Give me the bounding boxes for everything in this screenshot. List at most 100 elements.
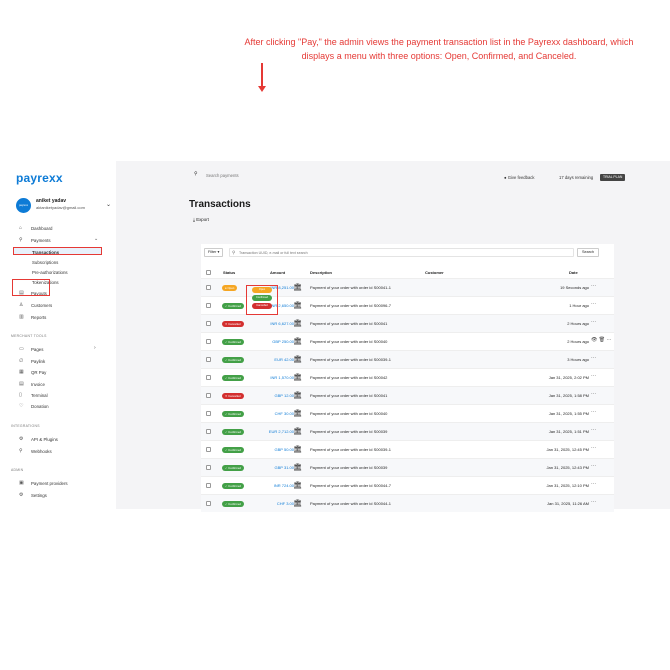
row-checkbox[interactable]: [206, 375, 211, 380]
table-row[interactable]: ✓ Confirmed GBP 50.00 🏛 Payment of your ord…: [201, 440, 614, 458]
amount-link[interactable]: INR 6,627.00: [270, 321, 294, 326]
row-actions-menu[interactable]: ···: [591, 409, 596, 415]
row-actions-menu[interactable]: ···: [591, 445, 596, 451]
sidebar-item-pages[interactable]: ▭ Pages ›: [0, 345, 116, 353]
status-badge[interactable]: ✓ Confirmed: [222, 446, 245, 453]
amount-link[interactable]: INR 1,570.00: [270, 375, 294, 380]
amount-link[interactable]: GBP 12.00: [275, 393, 295, 398]
global-search[interactable]: ⚲: [190, 169, 310, 182]
status-badge[interactable]: ✓ Confirmed: [222, 356, 245, 363]
table-row[interactable]: ✓ Confirmed EUR 2,712.00 🏛 Payment of your …: [201, 422, 614, 440]
status-badge[interactable]: ✕ Cancelled: [222, 392, 244, 399]
search-input[interactable]: [206, 171, 306, 180]
sidebar-item-payments[interactable]: ⚲ Payments ⌄: [0, 236, 116, 244]
table-row[interactable]: ✓ Confirmed CHF 30.00 🏛 Payment of your ord…: [201, 404, 614, 422]
amount-link[interactable]: GBP 250.00: [272, 339, 294, 344]
give-feedback-link[interactable]: ● Give feedback: [504, 175, 534, 180]
status-option-confirmed[interactable]: Confirmed: [252, 295, 272, 301]
row-checkbox[interactable]: [206, 429, 211, 434]
description: Payment of your order with order id S000…: [310, 429, 388, 434]
table-row[interactable]: ✓ Confirmed INR 1,570.00 🏛 Payment of your …: [201, 368, 614, 386]
row-actions-menu[interactable]: ···: [591, 427, 596, 433]
sidebar-item-api-plugins[interactable]: ⚙ API & Plugins: [0, 435, 116, 443]
trial-plan-badge[interactable]: TRIAL PLAN: [600, 173, 626, 181]
column-status[interactable]: Status: [223, 270, 235, 275]
status-badge[interactable]: ✕ Cancelled: [222, 320, 244, 327]
status-badge[interactable]: ✓ Confirmed: [222, 374, 245, 381]
search-button[interactable]: Search: [577, 248, 599, 257]
row-actions-menu[interactable]: ···: [591, 283, 596, 289]
row-checkbox[interactable]: [206, 411, 211, 416]
table-row[interactable]: ✓ Confirmed GBP 31.00 🏛 Payment of your ord…: [201, 458, 614, 476]
export-button[interactable]: ⤓ Export: [189, 215, 213, 225]
status-badge[interactable]: ✓ Confirmed: [222, 482, 245, 489]
column-customer[interactable]: Customer: [425, 270, 444, 275]
sidebar-item-qr-pay[interactable]: ▦ QR Pay: [0, 368, 116, 376]
amount-link[interactable]: EUR 42.00: [274, 357, 294, 362]
table-row[interactable]: ✓ Confirmed GBP 250.00 🏛 Payment of your or…: [201, 332, 614, 350]
row-actions-menu[interactable]: ···: [591, 481, 596, 487]
sidebar-item-donation[interactable]: ♡ Donation: [0, 402, 116, 410]
status-option-cancelled[interactable]: Cancelled: [252, 303, 272, 309]
status-badge[interactable]: ✓ Confirmed: [222, 410, 245, 417]
row-checkbox[interactable]: [206, 393, 211, 398]
row-actions-menu[interactable]: ···: [591, 319, 596, 325]
sidebar-item-payment-providers[interactable]: ▣ Payment providers: [0, 479, 116, 487]
sidebar-item-invoice[interactable]: ▤ Invoice: [0, 380, 116, 388]
chevron-down-icon[interactable]: ⌄: [106, 201, 111, 208]
status-badge[interactable]: ✓ Confirmed: [222, 500, 245, 507]
table-row[interactable]: ✓ Confirmed INR 724.00 🏛 Payment of your or…: [201, 476, 614, 494]
row-actions-menu[interactable]: ···: [591, 499, 596, 505]
sidebar-item-customers[interactable]: ♙ Customers: [0, 301, 116, 309]
column-amount[interactable]: Amount: [270, 270, 285, 275]
sidebar-item-settings[interactable]: ⚙ Settings: [0, 491, 116, 499]
filter-button[interactable]: Filter ▾: [204, 248, 224, 257]
amount-link[interactable]: GBP 31.00: [275, 465, 295, 470]
status-badge[interactable]: ✓ Confirmed: [222, 302, 245, 309]
amount-link[interactable]: INR 724.00: [274, 483, 294, 488]
status-badge[interactable]: ✓ Confirmed: [222, 428, 245, 435]
sidebar-item-webhooks[interactable]: ⚲ Webhooks: [0, 447, 116, 455]
payrexx-logo[interactable]: payrexx: [16, 171, 63, 185]
row-actions-menu[interactable]: ···: [591, 373, 596, 379]
status-badge[interactable]: ✓ Confirmed: [222, 464, 245, 471]
sidebar-item-dashboard[interactable]: ⌂ Dashboard: [0, 224, 116, 232]
amount-link[interactable]: GBP 50.00: [275, 447, 295, 452]
status-option-open[interactable]: Open: [252, 287, 272, 293]
status-badge[interactable]: ✓ Confirmed: [222, 338, 245, 345]
row-actions-menu[interactable]: ···: [591, 391, 596, 397]
transaction-search[interactable]: ⚲: [229, 248, 574, 257]
user-account-menu[interactable]: payrexx aniket yadav aktaniketyadav@gmai…: [14, 195, 111, 217]
sidebar-item-transactions[interactable]: Transactions: [13, 247, 102, 255]
sidebar-item-preauthorizations[interactable]: Pre-authorizations: [0, 268, 116, 276]
table-row[interactable]: ✕ Cancelled GBP 12.00 🏛 Payment of your ord…: [201, 386, 614, 404]
row-checkbox[interactable]: [206, 357, 211, 362]
select-all-checkbox[interactable]: [206, 270, 211, 275]
table-row[interactable]: ✓ Confirmed CHF 3.00 🏛 Payment of your orde…: [201, 494, 614, 512]
table-row[interactable]: ✓ Confirmed EUR 42.00 🏛 Payment of your ord…: [201, 350, 614, 368]
row-actions-menu[interactable]: 👁 🗑 ···: [591, 337, 611, 343]
column-description[interactable]: Description: [310, 270, 332, 275]
row-actions-menu[interactable]: ···: [591, 463, 596, 469]
row-actions-menu[interactable]: ···: [591, 301, 596, 307]
row-checkbox[interactable]: [206, 321, 211, 326]
sidebar-item-subscriptions[interactable]: Subscriptions: [0, 258, 116, 266]
amount-link[interactable]: CHF 30.00: [275, 411, 294, 416]
row-checkbox[interactable]: [206, 465, 211, 470]
amount-link[interactable]: CHF 3.00: [277, 501, 294, 506]
row-checkbox[interactable]: [206, 483, 211, 488]
row-checkbox[interactable]: [206, 303, 211, 308]
row-checkbox[interactable]: [206, 501, 211, 506]
transaction-search-input[interactable]: [239, 249, 569, 256]
sidebar-item-terminal[interactable]: ▯ Terminal: [0, 391, 116, 399]
table-row[interactable]: ✕ Cancelled INR 6,627.00 🏛 Payment of your …: [201, 314, 614, 332]
column-date[interactable]: Date: [569, 270, 578, 275]
row-checkbox[interactable]: [206, 285, 211, 290]
amount-link[interactable]: EUR 2,712.00: [269, 429, 294, 434]
status-badge[interactable]: ● Open: [222, 284, 238, 291]
row-actions-menu[interactable]: ···: [591, 355, 596, 361]
sidebar-item-paylink[interactable]: ∅ Paylink: [0, 357, 116, 365]
sidebar-item-reports[interactable]: ▥ Reports: [0, 313, 116, 321]
row-checkbox[interactable]: [206, 447, 211, 452]
row-checkbox[interactable]: [206, 339, 211, 344]
